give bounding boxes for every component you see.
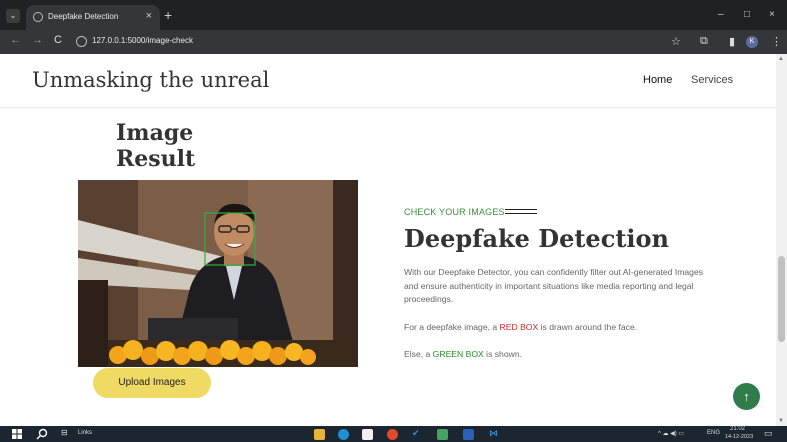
word-icon[interactable] xyxy=(463,429,474,440)
store-icon[interactable] xyxy=(362,429,373,440)
clock-date[interactable]: 14-12-2023 xyxy=(725,434,753,440)
upload-images-button[interactable]: Upload Images xyxy=(93,368,211,398)
scrollbar-thumb[interactable] xyxy=(778,256,785,342)
address-bar[interactable]: 127.0.0.1:5000/image-check xyxy=(92,36,193,45)
deepfake-detection-heading: Deepfake Detection xyxy=(404,224,669,253)
tab-close-icon[interactable]: × xyxy=(146,10,152,22)
new-tab-button[interactable]: + xyxy=(164,7,172,23)
profile-avatar[interactable]: K xyxy=(746,36,758,48)
system-tray-icons[interactable]: ^ ☁ ◀) ▭ xyxy=(658,430,684,437)
close-window-button[interactable]: × xyxy=(769,9,775,20)
task-view-icon[interactable]: ⊟ xyxy=(61,428,68,437)
scroll-to-top-button[interactable]: ↑ xyxy=(733,383,760,410)
search-icon[interactable] xyxy=(36,428,48,440)
page-scrollbar[interactable]: ▲ ▼ xyxy=(776,54,787,426)
side-panel-icon[interactable]: ▮ xyxy=(729,35,735,48)
browser-menu-icon[interactable]: ⋮ xyxy=(771,35,782,48)
language-indicator[interactable]: ENG xyxy=(707,430,720,436)
result-image-photo xyxy=(78,180,358,367)
chrome-active-icon[interactable] xyxy=(437,429,448,440)
minimize-button[interactable]: – xyxy=(718,9,724,20)
reload-button[interactable]: C xyxy=(54,34,62,46)
red-box-suffix: is drawn around the face. xyxy=(538,322,638,332)
result-image xyxy=(78,180,358,367)
browser-tab[interactable]: Deepfake Detection × xyxy=(26,5,160,30)
nav-link-services[interactable]: Services xyxy=(691,74,733,86)
maximize-button[interactable]: □ xyxy=(744,9,750,20)
taskbar-links-label[interactable]: Links xyxy=(78,430,92,436)
image-result-heading: Image Result xyxy=(116,120,196,172)
tab-favicon-icon xyxy=(33,12,43,22)
scroll-up-arrow-icon[interactable]: ▲ xyxy=(778,56,784,62)
green-box-explanation: Else, a GREEN BOX is shown. xyxy=(404,349,522,359)
red-box-label: RED BOX xyxy=(499,322,539,332)
check-images-eyebrow: CHECK YOUR IMAGES xyxy=(404,207,505,217)
site-info-icon[interactable] xyxy=(76,36,87,47)
tab-title: Deepfake Detection xyxy=(48,12,119,21)
site-brand[interactable]: Unmasking the unreal xyxy=(32,68,269,92)
windows-start-icon[interactable] xyxy=(12,429,22,439)
edge-browser-icon[interactable] xyxy=(338,429,349,440)
notification-icon[interactable]: ▭ xyxy=(764,428,773,439)
red-box-prefix: For a deepfake image, a xyxy=(404,322,500,332)
back-button[interactable]: ← xyxy=(10,34,21,46)
file-explorer-icon[interactable] xyxy=(314,429,325,440)
browser-titlebar: ⌄ Deepfake Detection × + – □ × xyxy=(0,0,787,30)
scroll-down-arrow-icon[interactable]: ▼ xyxy=(778,418,784,424)
tab-search-icon[interactable]: ⌄ xyxy=(6,9,20,23)
nav-link-home[interactable]: Home xyxy=(643,74,672,86)
windows-taskbar: ⊟ Links ✔ ⋈ ^ ☁ ◀) ▭ ENG 21:02 14-12-202… xyxy=(0,426,787,442)
chrome-icon[interactable] xyxy=(387,429,398,440)
red-box-explanation: For a deepfake image, a RED BOX is drawn… xyxy=(404,322,637,332)
forward-button[interactable]: → xyxy=(32,34,43,46)
site-header: Unmasking the unreal Home Services xyxy=(0,54,776,108)
clock-time[interactable]: 21:02 xyxy=(730,426,745,432)
bookmark-star-icon[interactable]: ☆ xyxy=(671,35,681,48)
green-box-suffix: is shown. xyxy=(483,349,522,359)
web-page: Unmasking the unreal Home Services Image… xyxy=(0,54,776,426)
green-box-prefix: Else, a xyxy=(404,349,433,359)
vscode-icon[interactable]: ⋈ xyxy=(489,428,498,439)
green-box-label: GREEN BOX xyxy=(432,349,484,359)
browser-toolbar: ← → C 127.0.0.1:5000/image-check ☆ ⧉ ▮ K… xyxy=(0,30,787,54)
eyebrow-divider xyxy=(505,209,537,214)
todo-check-icon[interactable]: ✔ xyxy=(412,428,420,439)
description-text: With our Deepfake Detector, you can conf… xyxy=(404,267,704,304)
extensions-icon[interactable]: ⧉ xyxy=(700,35,708,48)
